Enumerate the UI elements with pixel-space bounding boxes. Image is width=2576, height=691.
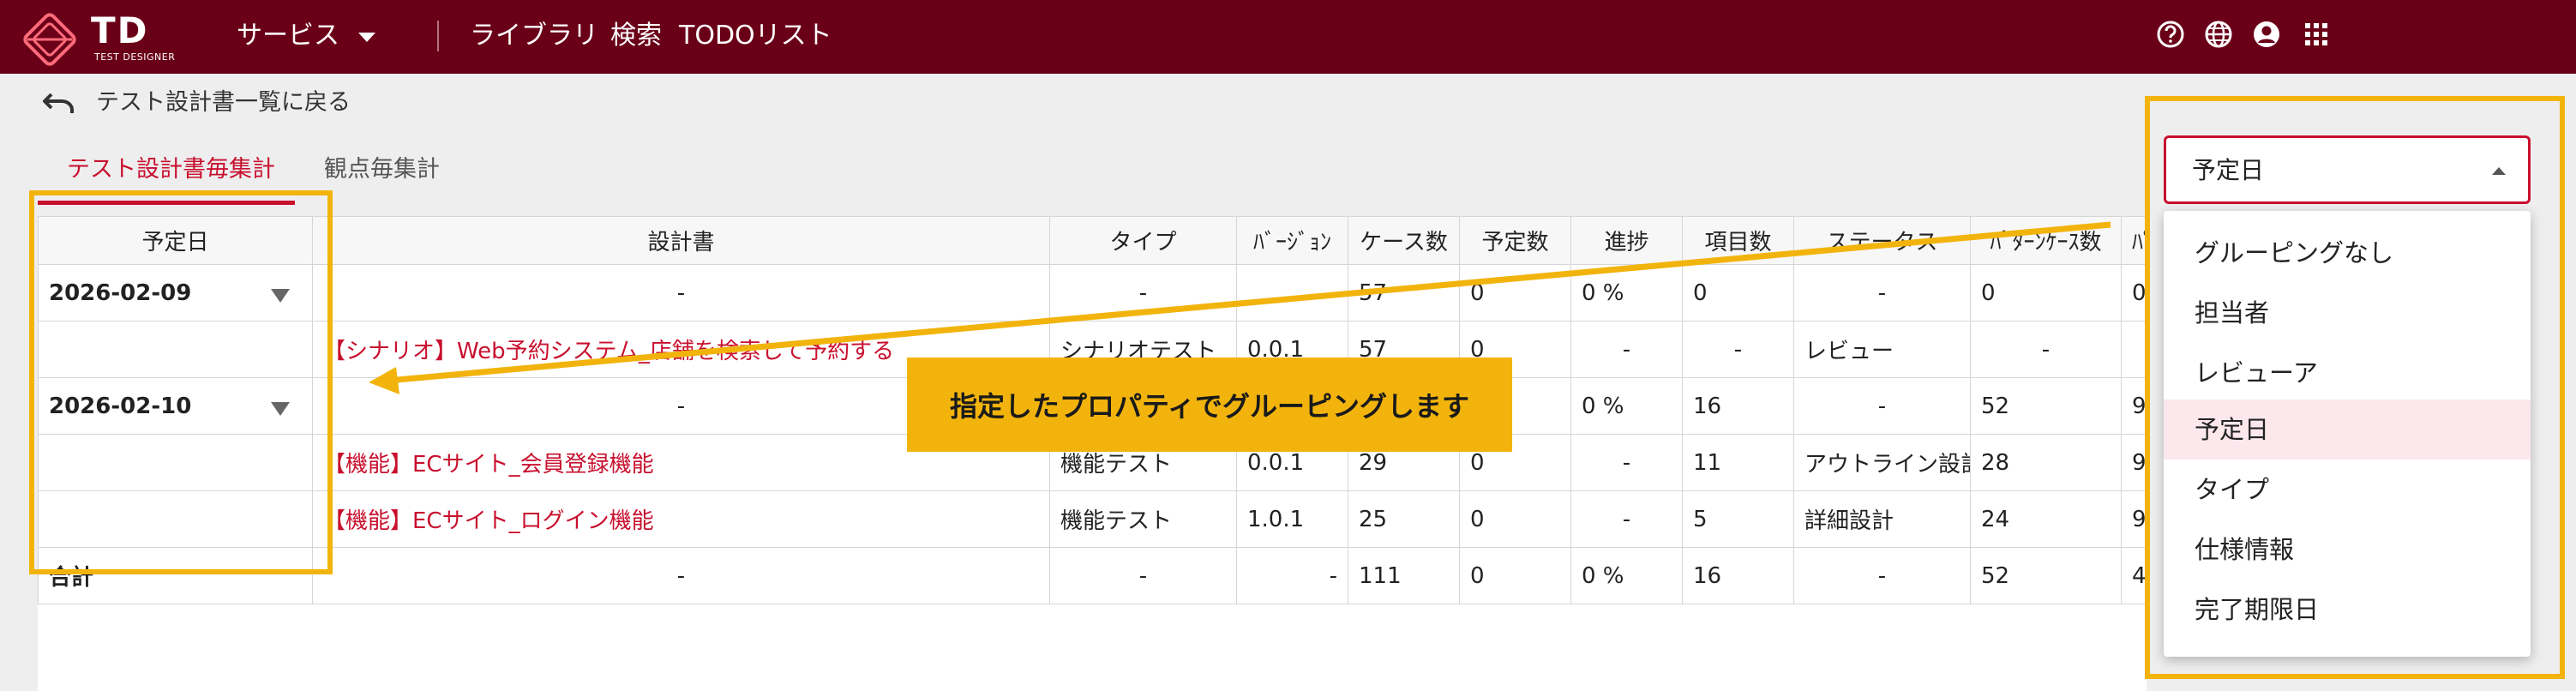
- version-cell: 1.0.1: [1236, 490, 1348, 548]
- top-navigation-bar: TD TEST DESIGNER サービス ライブラリ 検索 TODOリスト: [0, 0, 2576, 74]
- back-to-list-link[interactable]: テスト設計書一覧に戻る: [96, 86, 351, 120]
- type-cell: -: [1049, 264, 1237, 321]
- status-cell: アウトライン設計: [1793, 434, 1971, 491]
- nav-divider: [437, 21, 439, 51]
- pattern-cases-cell: 52: [1970, 547, 2122, 604]
- type-cell: -: [1049, 547, 1237, 604]
- column-header[interactable]: ステータス: [1793, 216, 1971, 265]
- pattern-cell: [2121, 321, 2147, 378]
- items-cell: 0: [1682, 264, 1794, 321]
- version-cell: -: [1236, 264, 1348, 321]
- table-row: 2026-02-09 - - - 57 0 0 % 0 - 0 0 %: [38, 264, 2147, 321]
- progress-cell: -: [1570, 434, 1683, 491]
- status-cell: -: [1793, 547, 1971, 604]
- undo-arrow-icon[interactable]: [43, 89, 77, 118]
- option-assignee[interactable]: 担当者: [2164, 283, 2531, 343]
- option-spec-info[interactable]: 仕様情報: [2164, 520, 2531, 580]
- progress-cell: -: [1570, 490, 1683, 548]
- status-cell: 詳細設計: [1793, 490, 1971, 548]
- chevron-up-icon: [2492, 167, 2506, 175]
- type-cell: 機能テスト: [1049, 490, 1237, 548]
- option-no-grouping[interactable]: グルーピングなし: [2164, 223, 2531, 283]
- pattern-cell: 97 %: [2121, 434, 2147, 491]
- doc-cell: -: [312, 264, 1050, 321]
- help-icon[interactable]: [2155, 19, 2186, 50]
- progress-cell: 0 %: [1570, 377, 1683, 435]
- column-header[interactable]: 進捗: [1570, 216, 1683, 265]
- option-due-date[interactable]: 完了期限日: [2164, 580, 2531, 640]
- grouping-select[interactable]: 予定日: [2164, 135, 2531, 204]
- grouping-select-value: 予定日: [2192, 156, 2265, 184]
- table-header-row: 予定日 設計書 タイプ ﾊﾞｰｼﾞｮﾝ ケース数 予定数 進捗 項目数 ステータ…: [38, 216, 2147, 265]
- tab-viewpoint-summary[interactable]: 観点毎集計: [324, 153, 440, 187]
- pattern-cases-cell: 28: [1970, 434, 2122, 491]
- items-cell: 16: [1682, 377, 1794, 435]
- summary-table-container: 予定日 設計書 タイプ ﾊﾞｰｼﾞｮﾝ ケース数 予定数 進捗 項目数 ステータ…: [38, 216, 2147, 691]
- table-row: 【機能】ECサイト_ログイン機能 機能テスト 1.0.1 25 0 - 5 詳細…: [38, 490, 2147, 548]
- logo-subtitle: TEST DESIGNER: [94, 51, 176, 63]
- column-header[interactable]: 予定数: [1459, 216, 1571, 265]
- items-cell: -: [1682, 321, 1794, 378]
- column-header[interactable]: 設計書: [312, 216, 1050, 265]
- items-cell: 11: [1682, 434, 1794, 491]
- cases-cell: 25: [1348, 490, 1460, 548]
- cases-cell: 57: [1348, 264, 1460, 321]
- tab-design-doc-summary[interactable]: テスト設計書毎集計: [67, 153, 275, 187]
- pattern-cases-cell: -: [1970, 321, 2122, 378]
- apps-grid-icon[interactable]: [2301, 19, 2332, 50]
- nav-search[interactable]: 検索: [610, 19, 662, 53]
- column-header[interactable]: ﾊﾟﾀｰﾝｹｰｽ数: [1970, 216, 2122, 265]
- pattern-cases-cell: 0: [1970, 264, 2122, 321]
- services-menu[interactable]: サービス: [237, 19, 339, 53]
- group-column-highlight: [29, 190, 333, 574]
- column-header[interactable]: ﾊﾞｰｼﾞｮﾝ: [1236, 216, 1348, 265]
- pattern-cell: 96 %: [2121, 377, 2147, 435]
- doc-cell: -: [312, 547, 1050, 604]
- logo-mark-icon: [23, 13, 76, 66]
- pattern-cases-cell: 52: [1970, 377, 2122, 435]
- items-cell: 16: [1682, 547, 1794, 604]
- pattern-cell: 46 %: [2121, 547, 2147, 604]
- annotation-callout: 指定したプロパティでグルーピングします: [907, 358, 1512, 452]
- planned-cell: 0: [1459, 264, 1571, 321]
- column-header[interactable]: ケース数: [1348, 216, 1460, 265]
- pattern-cell: 96 %: [2121, 490, 2147, 548]
- globe-icon[interactable]: [2203, 19, 2234, 50]
- pattern-cell: 0 %: [2121, 264, 2147, 321]
- cases-cell: 111: [1348, 547, 1460, 604]
- items-cell: 5: [1682, 490, 1794, 548]
- account-icon[interactable]: [2251, 19, 2282, 50]
- planned-cell: 0: [1459, 490, 1571, 548]
- version-cell: -: [1236, 547, 1348, 604]
- planned-cell: 0: [1459, 547, 1571, 604]
- total-row: 合計 - - - 111 0 0 % 16 - 52 46 %: [38, 547, 2147, 604]
- nav-library[interactable]: ライブラリ: [470, 19, 598, 53]
- progress-cell: 0 %: [1570, 547, 1683, 604]
- option-scheduled-date[interactable]: 予定日: [2164, 400, 2531, 460]
- column-header[interactable]: 項目数: [1682, 216, 1794, 265]
- test-designer-logo[interactable]: TD TEST DESIGNER: [19, 5, 182, 69]
- option-type[interactable]: タイプ: [2164, 460, 2531, 520]
- nav-todo-list[interactable]: TODOリスト: [679, 19, 832, 53]
- status-cell: レビュー: [1793, 321, 1971, 378]
- progress-cell: 0 %: [1570, 264, 1683, 321]
- pattern-cases-cell: 24: [1970, 490, 2122, 548]
- design-doc-link[interactable]: 【機能】ECサイト_ログイン機能: [312, 490, 1050, 548]
- services-chevron-down-icon[interactable]: [358, 33, 375, 42]
- status-cell: -: [1793, 377, 1971, 435]
- progress-cell: -: [1570, 321, 1683, 378]
- grouping-dropdown-menu: グルーピングなし 担当者 レビューア 予定日 タイプ 仕様情報 完了期限日: [2164, 211, 2531, 657]
- column-header[interactable]: タイプ: [1049, 216, 1237, 265]
- status-cell: -: [1793, 264, 1971, 321]
- column-header[interactable]: ﾊﾟﾀｰﾝ: [2121, 216, 2147, 265]
- logo-text: TD: [91, 9, 149, 51]
- option-reviewer[interactable]: レビューア: [2164, 343, 2531, 403]
